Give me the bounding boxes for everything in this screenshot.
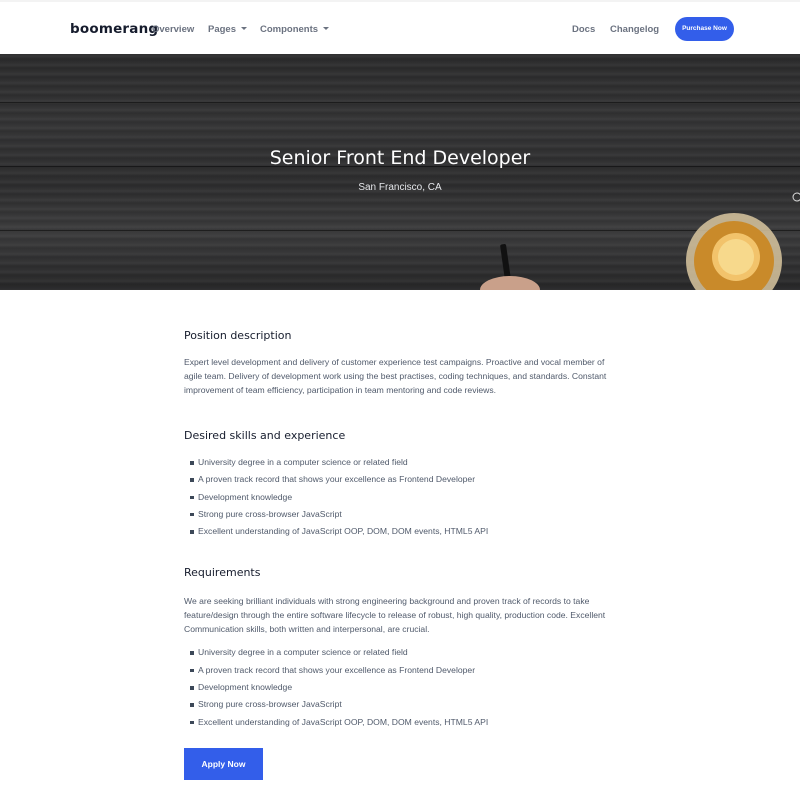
nav-docs-label: Docs [572, 24, 596, 35]
nav-pages-dropdown[interactable]: Pages [208, 24, 247, 35]
list-item-text: A proven track record that shows your ex… [198, 664, 476, 675]
position-description-heading: Position description [184, 329, 292, 342]
position-description-text: Expert level development and delivery of… [184, 357, 607, 395]
list-item: Development knowledge [184, 489, 624, 506]
list-item: Excellent understanding of JavaScript OO… [184, 523, 624, 540]
caret-down-icon [323, 27, 330, 30]
requirements-heading: Requirements [184, 566, 261, 580]
hero-banner: Senior Front End Developer San Francisco… [0, 54, 800, 290]
skills-list: University degree in a computer science … [184, 454, 624, 540]
list-item-text: A proven track record that shows your ex… [198, 474, 476, 485]
job-title: Senior Front End Developer [269, 147, 531, 169]
bullet-icon [190, 668, 194, 673]
bullet-icon [190, 512, 194, 517]
requirements-text: We are seeking brilliant individuals wit… [184, 596, 606, 635]
nav-pages-label: Pages [208, 24, 236, 35]
list-item-text: University degree in a computer science … [198, 457, 408, 467]
list-item: Strong pure cross-browser JavaScript [184, 506, 624, 523]
job-details: Position description Expert level develo… [184, 329, 624, 731]
list-item: University degree in a computer science … [184, 454, 624, 471]
requirements-list: University degree in a computer science … [184, 644, 624, 730]
list-item-text: Excellent understanding of JavaScript OO… [198, 716, 489, 727]
purchase-now-button[interactable]: Purchase Now [675, 17, 734, 41]
list-item-text: Strong pure cross-browser JavaScript [198, 699, 342, 710]
list-item-text: Development knowledge [198, 682, 293, 693]
nav-changelog[interactable]: Changelog [610, 24, 659, 35]
nav-changelog-label: Changelog [610, 24, 660, 35]
top-navbar: boomerang Overview Pages Components Docs… [0, 0, 800, 54]
nav-docs[interactable]: Docs [572, 24, 595, 35]
list-item-text: Excellent understanding of JavaScript OO… [198, 526, 489, 537]
nav-components-dropdown[interactable]: Components [260, 24, 330, 35]
list-item: University degree in a computer science … [184, 644, 624, 661]
list-item-text: University degree in a computer science … [198, 647, 408, 658]
nav-overview[interactable]: Overview [152, 24, 194, 35]
skills-heading: Desired skills and experience [184, 429, 346, 442]
bullet-icon [190, 720, 194, 725]
list-item: A proven track record that shows your ex… [184, 471, 624, 488]
bullet-icon [190, 495, 194, 500]
nav-overview-label: Overview [152, 24, 195, 35]
bullet-icon [190, 686, 194, 690]
list-item: Excellent understanding of JavaScript OO… [184, 714, 624, 731]
hero-background-photo [480, 192, 800, 290]
list-item: Strong pure cross-browser JavaScript [184, 696, 624, 713]
nav-components-label: Components [260, 24, 319, 35]
job-location: San Francisco, CA [358, 182, 442, 193]
brand-logo[interactable]: boomerang [70, 21, 158, 37]
bullet-icon [190, 461, 194, 465]
list-item-text: Development knowledge [198, 491, 293, 502]
bullet-icon [190, 703, 194, 707]
caret-down-icon [241, 27, 247, 30]
bullet-icon [190, 530, 194, 534]
list-item: A proven track record that shows your ex… [184, 662, 624, 679]
list-item-text: Strong pure cross-browser JavaScript [198, 508, 342, 519]
list-item: Development knowledge [184, 679, 624, 696]
apply-now-button[interactable]: Apply Now [184, 748, 263, 780]
bullet-icon [190, 478, 194, 482]
bullet-icon [190, 651, 194, 655]
